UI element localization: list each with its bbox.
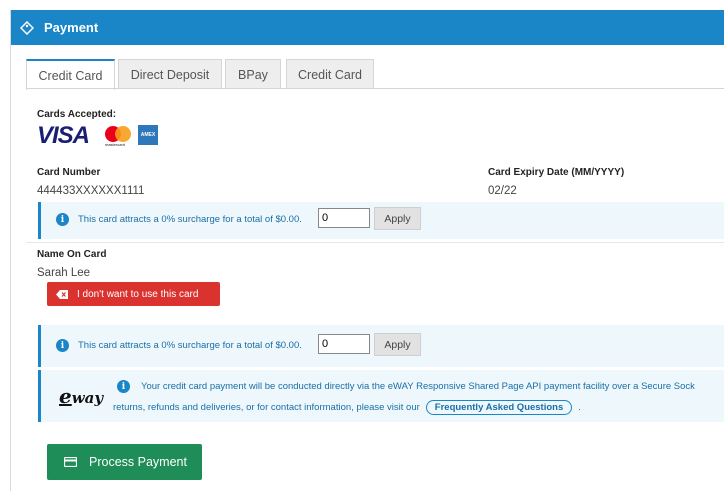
process-payment-button[interactable]: Process Payment [47,444,202,480]
eway-logo: eway [59,384,104,408]
info-icon: i [56,213,69,226]
credit-card-tab-content: Cards Accepted: VISA mastercard AMEX Car… [26,89,724,489]
card-logos: VISA mastercard AMEX [37,122,177,150]
surcharge-notice-2: i This card attracts a 0% surcharge for … [38,325,724,367]
panel-title: Payment [44,20,99,35]
tab-credit-card[interactable]: Credit Card [26,59,115,90]
mastercard-logo: mastercard [102,125,134,147]
remove-card-label: I don't want to use this card [77,288,199,300]
tab-bpay[interactable]: BPay [225,59,281,89]
surcharge-amount-input-2[interactable] [318,334,370,354]
amex-logo: AMEX [138,125,158,145]
name-on-card-label: Name On Card [37,249,107,260]
card-number-value: 444433XXXXXX1111 [37,185,145,197]
process-payment-label: Process Payment [89,455,187,469]
row-divider [26,242,724,243]
tab-direct-deposit[interactable]: Direct Deposit [118,59,222,89]
apply-button-2[interactable]: Apply [374,333,421,356]
info-icon: i [117,380,130,393]
tab-credit-card-2[interactable]: Credit Card [286,59,374,89]
card-expiry-label: Card Expiry Date (MM/YYYY) [488,167,625,178]
card-expiry-value: 02/22 [488,185,517,197]
backspace-icon [56,289,68,299]
apply-button-1[interactable]: Apply [374,207,421,230]
surcharge-message-2: This card attracts a 0% surcharge for a … [78,340,302,351]
visa-logo: VISA [37,122,90,149]
info-icon: i [56,339,69,352]
surcharge-message-1: This card attracts a 0% surcharge for a … [78,214,302,225]
surcharge-amount-input-1[interactable] [318,208,370,228]
remove-card-button[interactable]: I don't want to use this card [47,282,220,306]
surcharge-notice-1: i This card attracts a 0% surcharge for … [38,202,724,239]
eway-message-line1: Your credit card payment will be conduct… [141,381,695,392]
cards-accepted-label: Cards Accepted: [37,109,117,120]
tag-icon [20,20,34,35]
panel-header: Payment [11,10,724,45]
credit-card-icon [64,457,77,467]
name-on-card-value: Sarah Lee [37,267,91,279]
faq-link[interactable]: Frequently Asked Questions [425,400,573,415]
eway-notice: eway i Your credit card payment will be … [38,370,724,422]
payment-panel: Payment Credit Card Direct Deposit BPay … [10,10,724,491]
eway-message-line2: returns, refunds and deliveries, or for … [113,400,581,415]
card-number-label: Card Number [37,167,101,178]
